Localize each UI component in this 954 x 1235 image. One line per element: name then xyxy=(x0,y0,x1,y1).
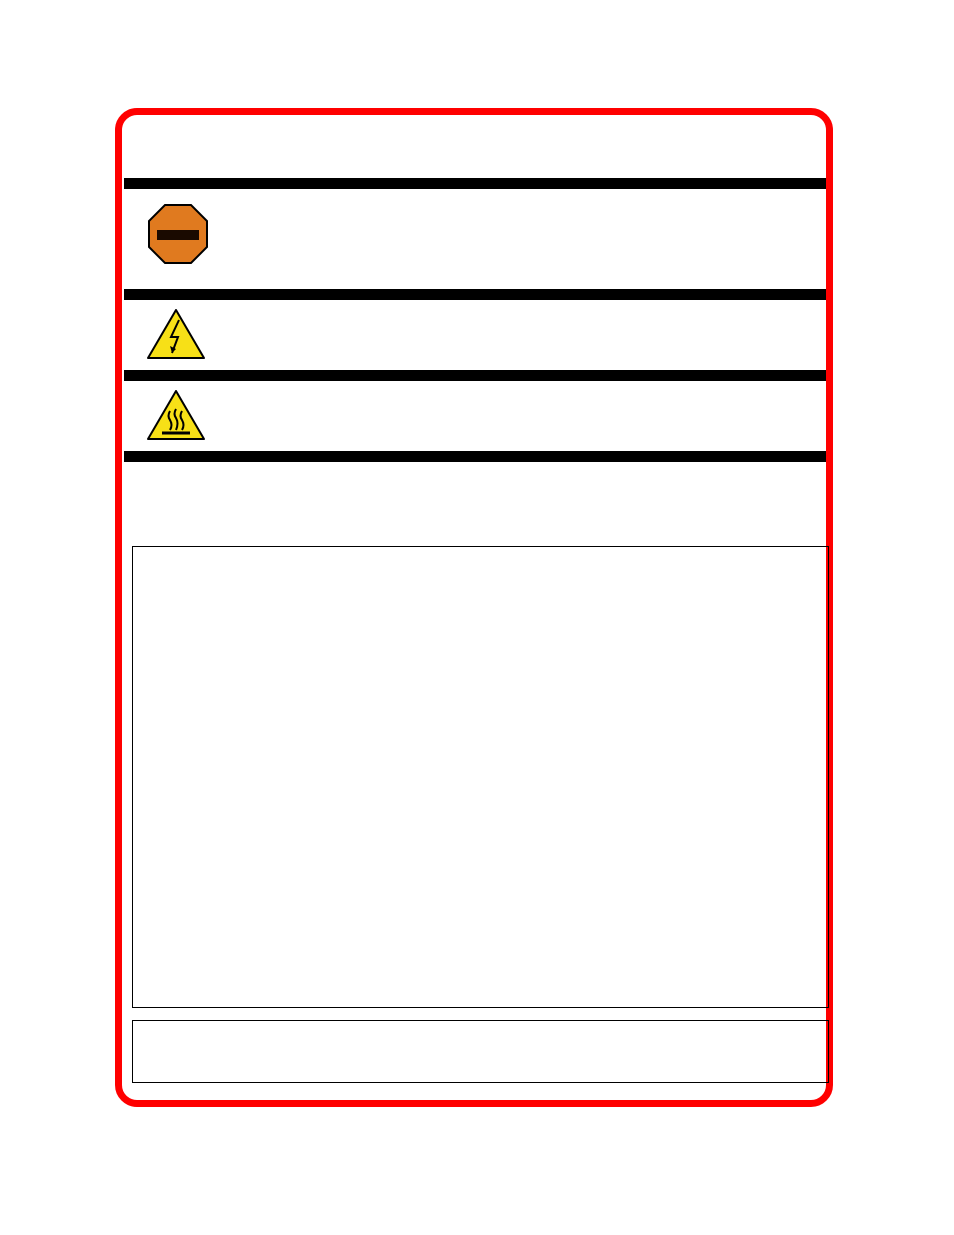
hot-surface-triangle-icon xyxy=(146,389,206,441)
shock-triangle-icon xyxy=(146,308,206,360)
divider-bar-1 xyxy=(124,178,826,189)
page xyxy=(0,0,954,1235)
content-panel-small xyxy=(132,1020,829,1083)
divider-bar-2 xyxy=(124,289,826,300)
warning-octagon-icon xyxy=(147,203,209,265)
content-panel-large xyxy=(132,546,829,1008)
divider-bar-3 xyxy=(124,370,826,381)
divider-bar-4 xyxy=(124,451,826,462)
